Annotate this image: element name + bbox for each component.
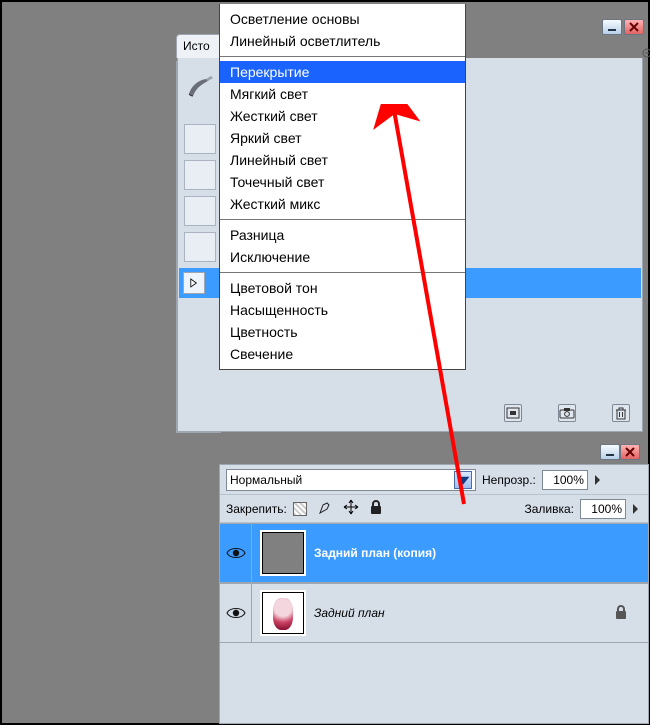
lock-iconset: [293, 499, 383, 518]
layer-item[interactable]: Задний план (копия): [220, 523, 648, 583]
layer-name: Задний план: [314, 606, 385, 620]
layer-list: Задний план (копия) Задний план: [220, 523, 648, 643]
layer-name: Задний план (копия): [314, 546, 436, 560]
minimize-button-icon[interactable]: [602, 19, 622, 35]
fill-field[interactable]: 100%: [580, 499, 626, 519]
lock-pixels-icon[interactable]: [317, 499, 333, 518]
blend-mode-option[interactable]: Цветовой тон: [220, 277, 465, 299]
layers-panel-titlebar: [600, 444, 647, 462]
lock-all-icon[interactable]: [369, 499, 383, 518]
fill-label: Заливка:: [524, 502, 574, 516]
blend-mode-value: Нормальный: [230, 473, 302, 487]
visibility-toggle[interactable]: [220, 524, 252, 582]
history-toolbar: [504, 404, 630, 422]
layers-panel: Нормальный Непрозр.: 100% Закрепить: Зал…: [219, 464, 649, 724]
history-panel-titlebar: [600, 19, 647, 37]
blend-mode-option[interactable]: Осветление основы: [220, 8, 465, 30]
opacity-label: Непрозр.:: [482, 473, 536, 487]
opacity-value: 100%: [553, 473, 584, 487]
history-tab-label: Исто: [183, 39, 210, 53]
eye-icon: [226, 546, 246, 560]
blend-mode-menu[interactable]: Осветление основыЛинейный осветлитель Пер…: [219, 4, 466, 370]
close-button-icon[interactable]: [620, 444, 640, 460]
blend-mode-option[interactable]: Жесткий свет: [220, 105, 465, 127]
dropdown-arrow-icon[interactable]: [454, 471, 472, 489]
blend-mode-option[interactable]: Линейный свет: [220, 149, 465, 171]
opacity-field[interactable]: 100%: [542, 470, 588, 490]
layers-lock-row: Закрепить: Заливка: 100%: [220, 495, 648, 523]
new-snapshot-icon[interactable]: [558, 404, 576, 422]
blend-mode-option[interactable]: Яркий свет: [220, 127, 465, 149]
screenshot-frame: Исто Нормальный Непрозр.: 100%: [0, 0, 650, 725]
blend-mode-option[interactable]: Линейный осветлитель: [220, 30, 465, 52]
history-step-slot[interactable]: [184, 232, 216, 262]
opacity-slider-toggle-icon[interactable]: [594, 471, 604, 489]
history-step-slot[interactable]: [184, 160, 216, 190]
history-step-slot[interactable]: [184, 124, 216, 154]
blend-mode-option[interactable]: Точечный свет: [220, 171, 465, 193]
blend-mode-option[interactable]: Свечение: [220, 343, 465, 365]
delete-state-icon[interactable]: [612, 404, 630, 422]
lock-transparency-icon[interactable]: [293, 502, 307, 516]
workspace: Исто Нормальный Непрозр.: 100%: [4, 4, 646, 721]
lock-label: Закрепить:: [226, 502, 287, 516]
blend-mode-option[interactable]: Жесткий микс: [220, 193, 465, 215]
blend-mode-option[interactable]: Мягкий свет: [220, 83, 465, 105]
history-step-slot[interactable]: [184, 196, 216, 226]
lock-position-icon[interactable]: [343, 499, 359, 518]
visibility-toggle[interactable]: [220, 584, 252, 642]
history-step-column: [184, 124, 218, 268]
history-brush-icon[interactable]: [186, 76, 214, 101]
blend-mode-select[interactable]: Нормальный: [226, 469, 476, 491]
minimize-button-icon[interactable]: [600, 444, 620, 460]
new-document-from-state-icon[interactable]: [504, 404, 522, 422]
blend-mode-option[interactable]: Цветность: [220, 321, 465, 343]
layer-thumbnail[interactable]: [262, 532, 304, 574]
layer-thumbnail[interactable]: [262, 592, 304, 634]
eye-icon: [226, 606, 246, 620]
fill-slider-toggle-icon[interactable]: [632, 500, 642, 518]
close-button-icon[interactable]: [624, 19, 644, 35]
lock-icon: [614, 604, 628, 623]
blend-mode-option[interactable]: Разница: [220, 224, 465, 246]
fill-value: 100%: [591, 502, 622, 516]
blend-mode-option[interactable]: Перекрытие: [220, 61, 465, 83]
layers-blend-row: Нормальный Непрозр.: 100%: [220, 465, 648, 495]
layer-item[interactable]: Задний план: [220, 583, 648, 643]
blend-mode-option[interactable]: Исключение: [220, 246, 465, 268]
blend-mode-option[interactable]: Насыщенность: [220, 299, 465, 321]
history-tab[interactable]: Исто: [176, 34, 224, 58]
history-current-step-icon[interactable]: [183, 272, 205, 294]
